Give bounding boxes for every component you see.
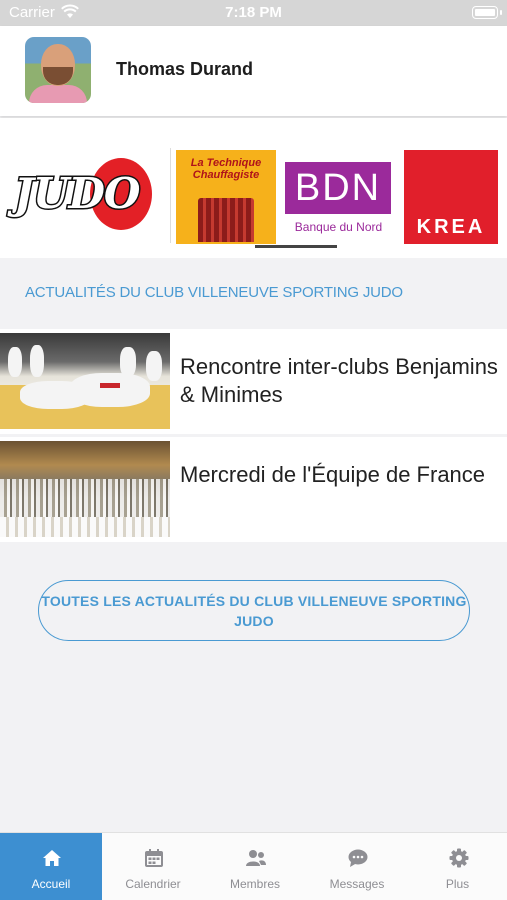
sponsor-text: La Technique [190,157,262,169]
avatar[interactable] [25,37,91,103]
clock: 7:18 PM [225,4,282,21]
sponsor-krea[interactable]: KREA [404,150,498,244]
battery-icon [472,6,502,19]
sponsor-bdn[interactable]: BDN Banque du Nord [281,150,396,244]
krea-logo: KREA [416,216,486,238]
bdn-logo: BDN [285,162,391,214]
divider [170,148,171,243]
tab-accueil[interactable]: Accueil [0,833,102,900]
tab-bar: Accueil Calendrier Membres Messages Plus [0,832,507,900]
profile-header[interactable]: Thomas Durand [0,26,507,116]
tab-plus[interactable]: Plus [408,833,507,900]
sponsor-text: Chauffagiste [192,169,260,181]
bdn-subtitle: Banque du Nord [294,220,383,234]
tab-messages[interactable]: Messages [306,833,408,900]
messages-icon [348,849,368,867]
news-thumbnail [0,333,170,429]
tab-label: Plus [445,877,470,891]
tab-label: Messages [329,877,385,891]
club-logo-text: JUDO [13,168,143,220]
radiator-image [198,198,254,242]
news-item[interactable]: Rencontre inter-clubs Benjamins & Minime… [0,329,507,434]
gear-icon [449,848,469,868]
news-title: Mercredi de l'Équipe de France [180,462,486,487]
section-title: ACTUALITÉS DU CLUB VILLENEUVE SPORTING J… [25,284,403,301]
all-news-button[interactable]: TOUTES LES ACTUALITÉS DU CLUB VILLENEUVE… [38,580,470,641]
tab-label: Membres [229,877,280,891]
tab-label: Accueil [31,877,71,891]
tab-calendrier[interactable]: Calendrier [102,833,204,900]
tab-label: Calendrier [125,877,181,891]
home-icon [43,850,61,866]
news-thumbnail [0,441,170,537]
sponsor-carousel[interactable]: JUDO La Technique Chauffagiste BDN Banqu… [0,118,507,258]
tab-membres[interactable]: Membres [204,833,306,900]
sponsor-technique-chauffagiste[interactable]: La Technique Chauffagiste [176,150,276,244]
club-logo: JUDO [13,153,156,237]
news-item[interactable]: Mercredi de l'Équipe de France [0,437,507,542]
news-title: Rencontre inter-clubs Benjamins & Minime… [180,354,498,407]
carousel-indicator [255,245,337,248]
calendar-icon [145,849,163,867]
members-icon [246,850,266,866]
status-bar: Carrier 7:18 PM [0,0,507,26]
user-name: Thomas Durand [116,59,254,79]
